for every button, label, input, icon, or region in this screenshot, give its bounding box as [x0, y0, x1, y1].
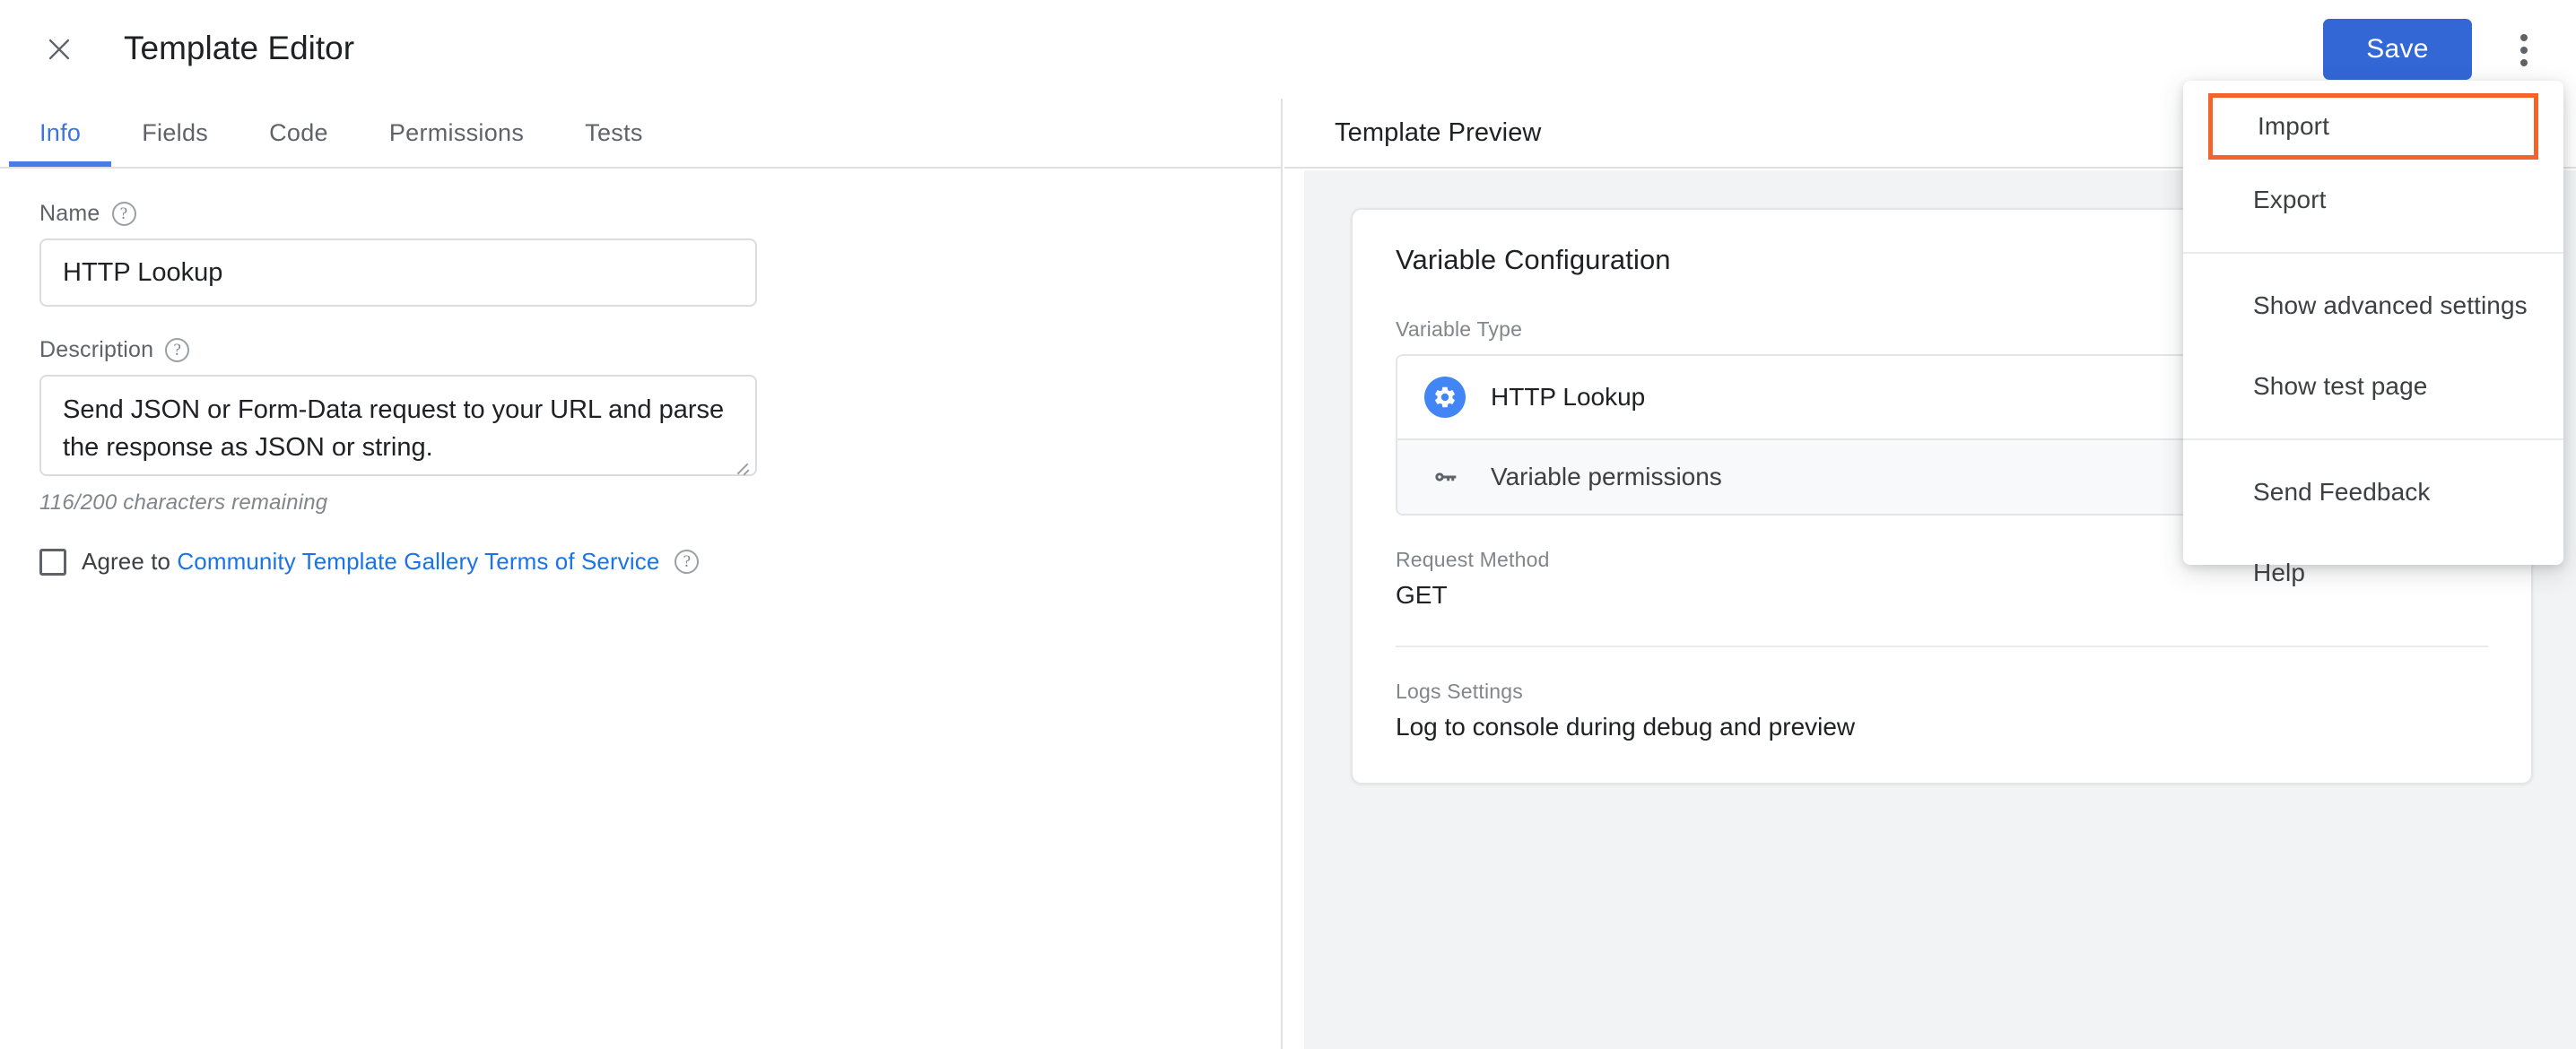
variable-permissions-label: Variable permissions [1491, 463, 1722, 490]
template-editor-window: Template Editor Save Info Fields Code Pe… [0, 0, 2576, 1049]
tab-code-label: Code [269, 118, 328, 146]
tab-info-label: Info [39, 118, 82, 146]
menu-item-import-label: Import [2258, 112, 2329, 140]
menu-item-show-test-page-label: Show test page [2253, 372, 2428, 400]
logs-settings-label: Logs Settings [1396, 680, 1523, 703]
terms-help-icon[interactable]: ? [674, 550, 700, 574]
tab-info[interactable]: Info [9, 99, 112, 167]
tab-fields[interactable]: Fields [111, 99, 239, 167]
menu-item-export[interactable]: Export [2183, 160, 2563, 240]
menu-item-send-feedback[interactable]: Send Feedback [2183, 452, 2563, 533]
more-options-button[interactable] [2499, 25, 2549, 75]
menu-separator-1 [2183, 252, 2563, 254]
menu-item-help[interactable]: Help [2183, 533, 2563, 613]
description-textarea-wrap: Send JSON or Form-Data request to your U… [39, 375, 757, 481]
tab-tests-label: Tests [585, 118, 643, 146]
terms-of-service-link[interactable]: Community Template Gallery Terms of Serv… [177, 548, 659, 575]
menu-item-send-feedback-label: Send Feedback [2253, 478, 2431, 506]
name-field-group: Name ? [39, 201, 1241, 307]
description-label-row: Description ? [39, 337, 1241, 363]
logs-settings-value: Log to console during debug and preview [1396, 713, 1856, 741]
overflow-menu: Import Export Show advanced settings Sho… [2183, 81, 2563, 586]
close-icon [44, 34, 74, 65]
preview-title: Template Preview [1335, 117, 1542, 147]
description-label: Description [39, 337, 154, 362]
logs-settings-block: Logs Settings Log to console during debu… [1353, 647, 2531, 741]
description-field-group: Description ? Send JSON or Form-Data req… [39, 337, 1241, 516]
tab-tests[interactable]: Tests [554, 99, 674, 167]
editor-tab-bar: Info Fields Code Permissions Tests [0, 99, 1281, 169]
menu-item-show-advanced-settings-label: Show advanced settings [2253, 291, 2528, 319]
character-counter: 116/200 characters remaining [39, 490, 328, 515]
name-label: Name [39, 201, 100, 226]
menu-item-import[interactable]: Import [2208, 93, 2538, 160]
menu-item-help-label: Help [2253, 559, 2305, 586]
tab-permissions[interactable]: Permissions [359, 99, 554, 167]
description-input[interactable]: Send JSON or Form-Data request to your U… [39, 375, 757, 476]
info-form: Name ? Description ? Send JSON or Form-D… [0, 169, 1281, 576]
menu-item-show-test-page[interactable]: Show test page [2183, 346, 2563, 427]
description-help-icon[interactable]: ? [165, 338, 190, 362]
name-help-icon[interactable]: ? [111, 202, 136, 226]
menu-item-show-advanced-settings[interactable]: Show advanced settings [2183, 265, 2563, 346]
name-input[interactable] [39, 238, 757, 307]
name-label-row: Name ? [39, 201, 1241, 227]
key-icon [1424, 456, 1466, 498]
menu-separator-2 [2183, 438, 2563, 440]
tab-code[interactable]: Code [239, 99, 359, 167]
page-title: Template Editor [124, 30, 355, 66]
agree-terms-label: Agree to Community Template Gallery Term… [82, 548, 659, 576]
kebab-menu-icon [2520, 34, 2528, 66]
gear-icon [1424, 377, 1466, 418]
variable-type-value: HTTP Lookup [1491, 383, 1646, 411]
editor-left-panel: Info Fields Code Permissions Tests Name … [0, 99, 1283, 1049]
menu-item-export-label: Export [2253, 186, 2327, 213]
save-button[interactable]: Save [2323, 19, 2472, 80]
terms-agreement-row: Agree to Community Template Gallery Term… [39, 548, 1241, 576]
agree-prefix-text: Agree to [82, 548, 178, 575]
tab-permissions-label: Permissions [388, 118, 525, 146]
tab-fields-label: Fields [142, 118, 209, 146]
close-button[interactable] [36, 26, 83, 73]
agree-terms-checkbox[interactable] [39, 548, 66, 576]
